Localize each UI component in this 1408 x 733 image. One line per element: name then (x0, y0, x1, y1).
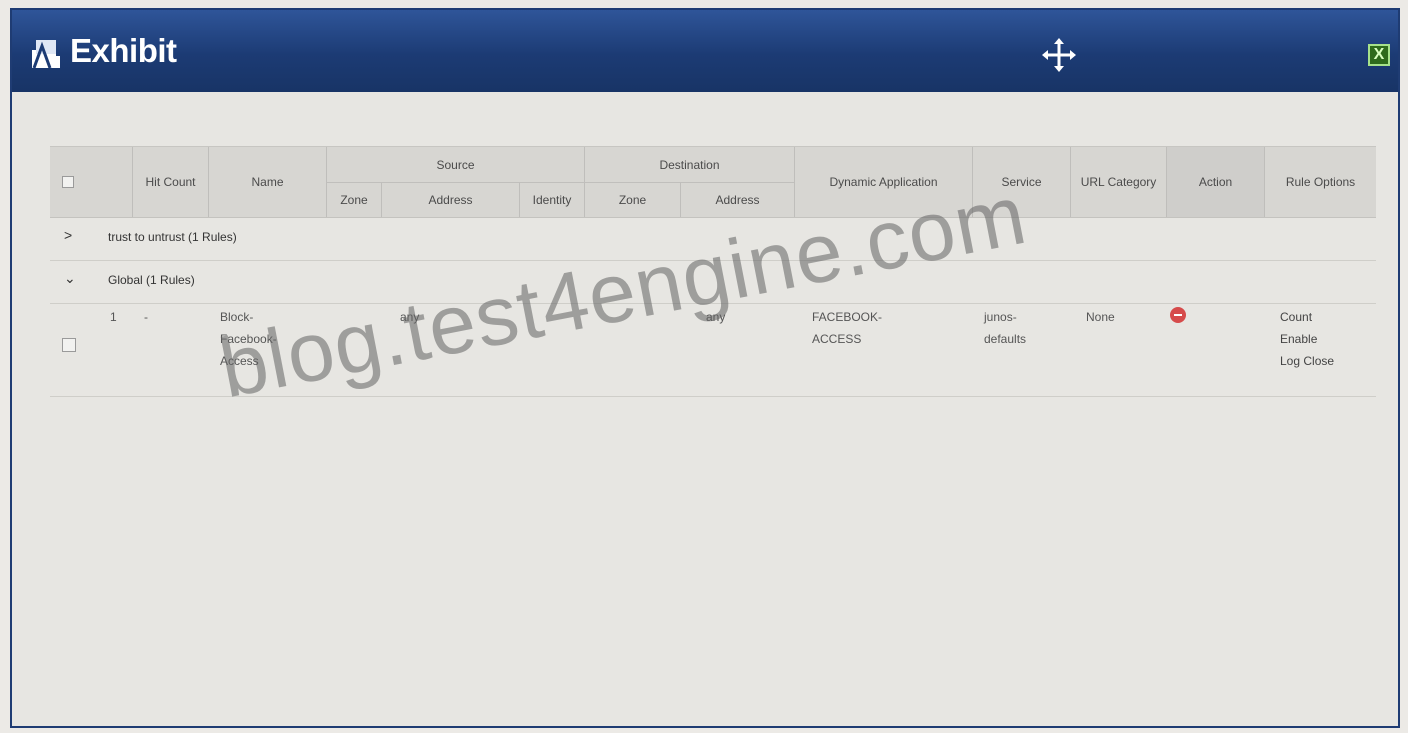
header-name[interactable]: Name (208, 147, 326, 217)
deny-icon (1170, 307, 1186, 323)
exhibit-content: Hit Count Name Source Zone Address Ident… (12, 92, 1398, 726)
expand-icon[interactable]: > (64, 227, 80, 243)
title-bar[interactable]: Exhibit X (12, 10, 1398, 92)
rule-service: junos- defaults (984, 310, 1027, 346)
window-title: Exhibit (70, 32, 177, 69)
group-label: trust to untrust (1 Rules) (108, 230, 237, 244)
select-all-checkbox[interactable] (62, 176, 74, 188)
header-url-category[interactable]: URL Category (1070, 147, 1166, 217)
rule-index: 1 (110, 310, 117, 324)
row-checkbox[interactable] (62, 338, 76, 352)
exhibit-icon (32, 40, 60, 68)
header-source: Source (326, 147, 584, 182)
move-icon[interactable] (1042, 38, 1076, 72)
header-action[interactable]: Action (1166, 147, 1264, 217)
header-source-zone[interactable]: Zone (326, 182, 381, 217)
header-rule-options[interactable]: Rule Options (1264, 147, 1376, 217)
header-destination: Destination (584, 147, 794, 182)
exhibit-window: Exhibit X Hit Count Name Source Zone Add… (10, 8, 1400, 728)
rule-hit-count: - (144, 310, 148, 324)
collapse-icon[interactable]: ⌄ (64, 270, 80, 287)
header-hit-count[interactable]: Hit Count (132, 147, 208, 217)
rule-options: Count Enable Log Close (1280, 310, 1335, 368)
header-source-address[interactable]: Address (381, 182, 519, 217)
rules-table-header: Hit Count Name Source Zone Address Ident… (50, 146, 1376, 218)
rule-url-category: None (1086, 310, 1115, 324)
rule-dynamic-application: FACEBOOK- ACCESS (812, 310, 883, 346)
close-button[interactable]: X (1368, 44, 1390, 66)
header-source-identity[interactable]: Identity (519, 182, 584, 217)
header-dest-zone[interactable]: Zone (584, 182, 680, 217)
group-label: Global (1 Rules) (108, 273, 195, 287)
